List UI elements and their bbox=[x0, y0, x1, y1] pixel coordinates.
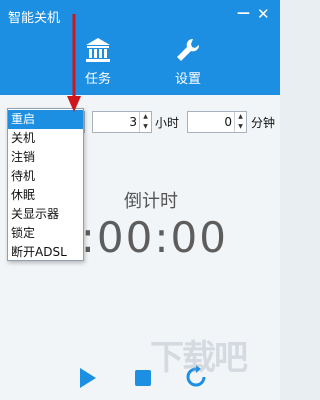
tasks-tab[interactable]: 任务 bbox=[68, 36, 128, 87]
option-shutdown[interactable]: 关机 bbox=[8, 129, 83, 148]
watermark-logo: 下载吧 bbox=[150, 338, 248, 378]
minutes-down-arrow-icon[interactable]: ▼ bbox=[235, 122, 246, 132]
title-bar: 智能关机 — ✕ bbox=[0, 0, 280, 30]
minutes-unit-label: 分钟 bbox=[251, 116, 276, 130]
stop-icon[interactable] bbox=[135, 370, 151, 386]
hours-unit-label: 小时 bbox=[155, 116, 180, 130]
option-display-off[interactable]: 关显示器 bbox=[8, 205, 83, 224]
option-restart[interactable]: 重启 bbox=[8, 110, 83, 129]
minutes-up-arrow-icon[interactable]: ▲ bbox=[235, 112, 246, 122]
hours-down-arrow-icon[interactable]: ▼ bbox=[140, 122, 151, 132]
minimize-button[interactable]: — bbox=[237, 6, 250, 22]
option-logoff[interactable]: 注销 bbox=[8, 148, 83, 167]
hours-stepper[interactable]: 3 ▲ ▼ bbox=[92, 111, 152, 133]
toolbar: 任务 设置 bbox=[0, 30, 280, 95]
option-standby[interactable]: 待机 bbox=[8, 167, 83, 186]
minutes-value: 0 bbox=[224, 115, 232, 129]
close-button[interactable]: ✕ bbox=[257, 6, 270, 22]
bank-icon bbox=[86, 38, 110, 62]
hours-up-arrow-icon[interactable]: ▲ bbox=[140, 112, 151, 122]
hours-value: 3 bbox=[129, 115, 137, 129]
tasks-label: 任务 bbox=[84, 72, 111, 87]
app-title: 智能关机 bbox=[8, 11, 61, 26]
settings-label: 设置 bbox=[174, 72, 201, 87]
play-icon[interactable] bbox=[80, 368, 96, 388]
option-hibernate[interactable]: 休眠 bbox=[8, 186, 83, 205]
action-dropdown-list: 重启 关机 注销 待机 休眠 关显示器 锁定 断开ADSL bbox=[7, 108, 84, 261]
wrench-icon bbox=[177, 38, 200, 61]
option-lock[interactable]: 锁定 bbox=[8, 224, 83, 243]
settings-tab[interactable]: 设置 bbox=[158, 36, 218, 87]
minutes-stepper[interactable]: 0 ▲ ▼ bbox=[187, 111, 247, 133]
minutes-spin-buttons: ▲ ▼ bbox=[234, 112, 246, 132]
hours-spin-buttons: ▲ ▼ bbox=[139, 112, 151, 132]
option-disconnect-adsl[interactable]: 断开ADSL bbox=[8, 243, 83, 262]
